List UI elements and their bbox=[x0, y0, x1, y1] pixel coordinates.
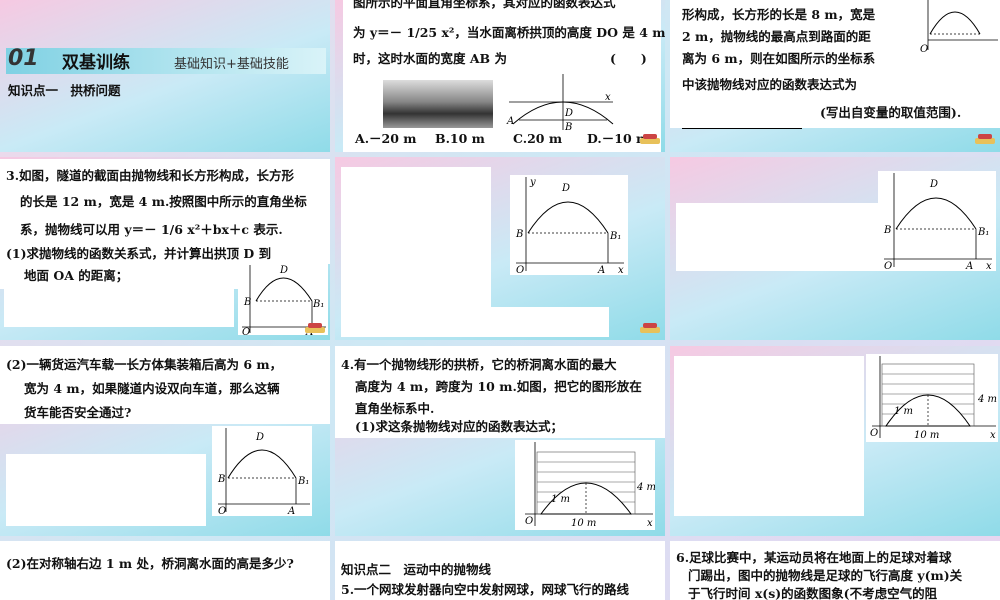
slide-7-line-2: 宽为 4 m，如果隧道内设双向车道，那么这辆 bbox=[24, 381, 280, 396]
book-icon bbox=[975, 134, 995, 148]
fig9-label-O: O bbox=[870, 428, 878, 439]
fig5-label-x: x bbox=[986, 261, 992, 271]
fig8-label-10m: 10 m bbox=[571, 518, 596, 529]
slide-8[interactable]: 4.有一个抛物线形的拱桥，它的桥洞离水面的最大 高度为 4 m，跨度为 10 m… bbox=[335, 346, 665, 536]
fig9-label-4m: 4 m bbox=[977, 394, 997, 405]
fig4-label-B1: B₁ bbox=[609, 231, 621, 242]
slide-11[interactable]: 知识点二 运动中的抛物线 5.一个网球发射器向空中发射网球，网球飞行的路线 bbox=[335, 541, 665, 600]
fig7-label-D: D bbox=[255, 432, 264, 443]
slide-3-q1-b: 地面 OA 的距离； bbox=[24, 268, 129, 283]
tunnel-figure: D B B₁ O A x bbox=[878, 171, 996, 271]
slide-1-line-3: 时，这时水面的宽度 AB 为 bbox=[353, 51, 507, 66]
section-number: 01 bbox=[8, 46, 39, 71]
slide-2-line-3: 离为 6 m，则在如图所示的坐标系 bbox=[682, 51, 876, 66]
fig3-label-D: D bbox=[279, 265, 288, 276]
slide-2[interactable]: 形构成，长方形的长是 8 m，宽是 2 m，抛物线的最高点到路面的距 离为 6 … bbox=[670, 0, 1000, 152]
tunnel-figure: D B B₁ O A x y bbox=[510, 175, 628, 275]
slide-1-line-2: 为 y＝－ 1/25 x²，当水面离桥拱顶的高度 DO 是 4 m bbox=[353, 25, 665, 40]
answer-box[interactable] bbox=[4, 287, 234, 327]
fig9-label-x: x bbox=[990, 430, 996, 441]
slide-1-paren: ( ) bbox=[610, 51, 647, 66]
slide-7-line-3: 货车能否安全通过? bbox=[24, 405, 132, 420]
fig5-label-D: D bbox=[929, 179, 938, 190]
answer-box[interactable] bbox=[341, 167, 491, 307]
fig4-label-O: O bbox=[516, 265, 524, 275]
slide-11-line-1: 5.一个网球发射器向空中发射网球，网球飞行的路线 bbox=[341, 582, 630, 597]
tunnel-figure: D B B₁ O A bbox=[212, 426, 312, 516]
bridge-figure: D B A x bbox=[505, 72, 617, 132]
answer-box[interactable] bbox=[341, 307, 609, 337]
fig3-label-B: B bbox=[243, 297, 251, 308]
slide-9[interactable]: 1 m 4 m 10 m O x bbox=[670, 346, 1000, 536]
fig3-label-B1: B₁ bbox=[312, 299, 324, 310]
fig4-label-x: x bbox=[618, 265, 624, 275]
slide-8-line-4: (1)求这条抛物线对应的函数表达式； bbox=[355, 419, 564, 434]
slide-3-line-1: 3.如图，隧道的截面由抛物线和长方形构成，长方形 bbox=[6, 168, 295, 183]
slide-1-line-1: 图所示的平面直角坐标系，其对应的函数表达式 bbox=[353, 0, 616, 10]
section-subtitle: 基础知识+基础技能 bbox=[174, 57, 289, 72]
fig7-label-B1: B₁ bbox=[297, 476, 309, 487]
fig1-label-x: x bbox=[605, 92, 611, 103]
fig3-label-O: O bbox=[242, 327, 250, 335]
answer-blank-line bbox=[682, 128, 802, 129]
book-icon bbox=[305, 323, 325, 337]
fig8-label-4m: 4 m bbox=[636, 482, 655, 493]
slide-10-text: (2)在对称轴右边 1 m 处，桥洞离水面的高是多少? bbox=[6, 556, 294, 571]
slide-12-line-3: 于飞行时间 x(s)的函数图象(不考虑空气的阻 bbox=[688, 586, 938, 600]
fig1-label-B: B bbox=[564, 122, 572, 132]
section-title: 双基训练 bbox=[62, 53, 130, 73]
fig1-label-D: D bbox=[564, 108, 573, 119]
fig9-label-1m: 1 m bbox=[894, 406, 913, 417]
slide-10[interactable]: (2)在对称轴右边 1 m 处，桥洞离水面的高是多少? bbox=[0, 541, 330, 600]
fig8-label-1m: 1 m bbox=[551, 494, 570, 505]
slide-4[interactable]: D B B₁ O A x y bbox=[335, 157, 665, 340]
fig4-label-y: y bbox=[529, 177, 536, 188]
book-icon bbox=[640, 134, 660, 148]
fig7-label-A: A bbox=[287, 506, 295, 516]
fig7-label-B: B bbox=[217, 474, 225, 485]
option-b: B.10 m bbox=[435, 131, 485, 146]
fig4-label-D: D bbox=[561, 183, 570, 194]
slide-3-line-3: 系，抛物线可以用 y＝－ 1/6 x²＋bx＋c 表示. bbox=[20, 222, 283, 237]
slide-0[interactable]: 01 双基训练 基础知识+基础技能 知识点一 拱桥问题 bbox=[0, 0, 330, 152]
answer-box[interactable] bbox=[674, 356, 864, 516]
slide-2-line-4: 中该抛物线对应的函数表达式为 bbox=[682, 77, 858, 92]
fig2-label-O: O bbox=[920, 44, 928, 55]
fig4-label-B: B bbox=[515, 229, 523, 240]
slide-3[interactable]: 3.如图，隧道的截面由抛物线和长方形构成，长方形 的长是 12 m，宽是 4 m… bbox=[0, 157, 330, 340]
fig5-label-O: O bbox=[884, 261, 892, 271]
fig7-label-O: O bbox=[218, 506, 226, 516]
bridge-photo bbox=[383, 80, 493, 128]
fig5-label-B: B bbox=[883, 225, 891, 236]
option-c: C.20 m bbox=[513, 131, 563, 146]
fig5-label-A: A bbox=[965, 261, 973, 271]
slide-5[interactable]: D B B₁ O A x bbox=[670, 157, 1000, 340]
option-a: A.－20 m bbox=[355, 131, 417, 146]
fig8-label-x: x bbox=[647, 518, 653, 529]
fig5-label-B1: B₁ bbox=[977, 227, 989, 238]
arch-bridge-figure: 1 m 4 m 10 m O x bbox=[515, 440, 655, 530]
fig8-label-O: O bbox=[525, 516, 533, 527]
fig4-label-A: A bbox=[597, 265, 605, 275]
slide-7-line-1: (2)一辆货运汽车载一长方体集装箱后高为 6 m， bbox=[6, 357, 283, 372]
book-icon bbox=[640, 323, 660, 337]
answer-box[interactable] bbox=[6, 454, 206, 526]
slide-2-figure: O bbox=[920, 0, 1000, 56]
fig9-label-10m: 10 m bbox=[914, 430, 939, 441]
slide-7[interactable]: (2)一辆货运汽车载一长方体集装箱后高为 6 m， 宽为 4 m，如果隧道内设双… bbox=[0, 346, 330, 536]
slide-1[interactable]: 图所示的平面直角坐标系，其对应的函数表达式 为 y＝－ 1/25 x²，当水面离… bbox=[335, 0, 665, 152]
arch-bridge-figure: 1 m 4 m 10 m O x bbox=[866, 354, 998, 442]
slide-3-line-2: 的长是 12 m，宽是 4 m.按照图中所示的直角坐标 bbox=[20, 194, 307, 209]
knowledge-point-1: 知识点一 拱桥问题 bbox=[8, 83, 121, 98]
slide-12[interactable]: 6.足球比赛中，某运动员将在地面上的足球对着球 门踢出，图中的抛物线是足球的飞行… bbox=[670, 541, 1000, 600]
slide-2-line-5: (写出自变量的取值范围). bbox=[820, 105, 962, 120]
